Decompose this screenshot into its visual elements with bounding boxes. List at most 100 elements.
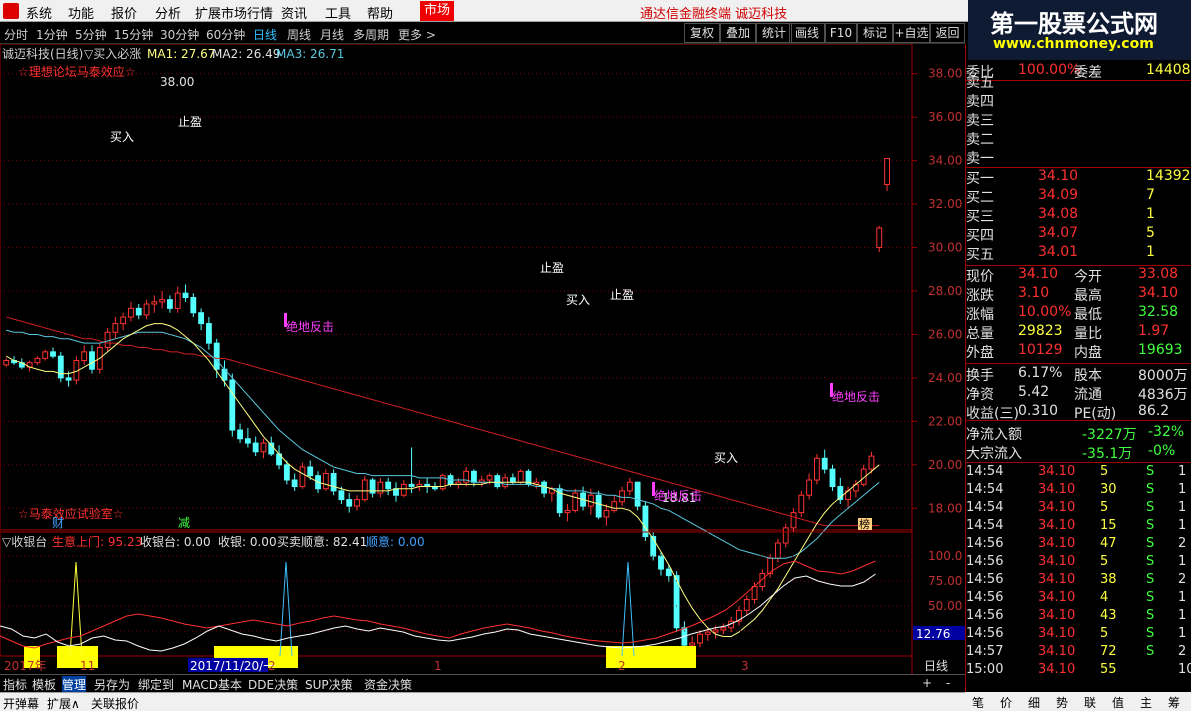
- statistics-button[interactable]: 统计: [756, 23, 792, 43]
- period-tab-1min[interactable]: 1分钟: [36, 26, 68, 43]
- tab-sup[interactable]: SUP决策: [305, 676, 353, 693]
- candle-body: [190, 297, 197, 314]
- period-tab-daily[interactable]: 日线: [253, 26, 277, 43]
- menu-quote[interactable]: 报价: [111, 3, 137, 22]
- period-tab-5min[interactable]: 5分钟: [75, 26, 107, 43]
- price-axis-label: 26.00: [928, 327, 962, 341]
- sub-spike: [69, 561, 83, 657]
- quote-tab[interactable]: 筹: [1168, 694, 1180, 711]
- linked-quote-button[interactable]: 关联报价: [91, 695, 139, 711]
- period-tab-30min[interactable]: 30分钟: [160, 26, 199, 43]
- period-tab-timeshare[interactable]: 分时: [4, 26, 28, 43]
- period-tab-15min[interactable]: 15分钟: [114, 26, 153, 43]
- tick-row-cell: 5: [1100, 464, 1109, 479]
- ranking-marker: 榜: [859, 517, 870, 531]
- zoom-out-button[interactable]: -: [946, 676, 950, 690]
- tick-row-cell: 14:54: [966, 482, 1004, 497]
- menu-tools[interactable]: 工具: [325, 3, 351, 22]
- quote-tab[interactable]: 主: [1140, 694, 1152, 711]
- tick-row-cell: 1: [1178, 608, 1187, 623]
- menu-info[interactable]: 资讯: [281, 3, 307, 22]
- tick-row-cell: 5: [1100, 554, 1109, 569]
- stat-row-cell: 换手: [966, 368, 994, 384]
- candle-body: [104, 331, 111, 348]
- candle-body: [330, 473, 337, 492]
- tick-row: 14:54 34.10 5 S 1: [966, 464, 1190, 482]
- menu-function[interactable]: 功能: [68, 3, 94, 22]
- tick-row-cell: 34.10: [1038, 482, 1076, 497]
- draw-line-button[interactable]: 画线: [789, 23, 825, 43]
- menu-help[interactable]: 帮助: [367, 3, 393, 22]
- buy-level-row: 买二 34.09 7: [966, 187, 1190, 206]
- f10-button[interactable]: F10: [825, 23, 857, 43]
- tab-dde[interactable]: DDE决策: [248, 676, 298, 693]
- candle-body: [821, 457, 828, 470]
- buy-level-row-cell: 买五: [966, 247, 994, 263]
- menu-analysis[interactable]: 分析: [155, 3, 181, 22]
- tick-row-cell: 1: [1178, 626, 1187, 641]
- tab-capital[interactable]: 资金决策: [364, 676, 412, 693]
- tab-bind[interactable]: 绑定到: [138, 676, 174, 693]
- flow-row-cell: -32%: [1148, 424, 1185, 440]
- market-button[interactable]: 市场: [420, 1, 454, 21]
- date-month-label: 11: [80, 659, 95, 673]
- stat-row-cell: 10.00%: [1018, 304, 1072, 320]
- quote-tab[interactable]: 价: [1000, 694, 1012, 711]
- chart-area[interactable]: 38.00 36.00 34.00 32.00 30.00 28.00 26.00 24.00…: [0, 44, 965, 674]
- back-button[interactable]: 返回: [930, 23, 965, 43]
- quote-tab[interactable]: 值: [1112, 694, 1124, 711]
- period-tab-weekly[interactable]: 周线: [287, 26, 311, 43]
- quote-tab[interactable]: 细: [1028, 694, 1040, 711]
- sub-indicator-name: ▽收银台: [2, 534, 47, 549]
- tab-manage[interactable]: 管理: [62, 676, 87, 693]
- tab-save-as[interactable]: 另存为: [94, 676, 130, 693]
- tick-row-cell: 14:56: [966, 608, 1004, 623]
- danmaku-toggle[interactable]: 开弹幕: [3, 695, 39, 711]
- price-axis-label: 28.00: [928, 284, 962, 298]
- candle-body: [81, 351, 88, 362]
- tick-row: 14:54 34.10 5 S 1: [966, 500, 1190, 518]
- tick-row-cell: 34.10: [1038, 464, 1076, 479]
- fuquan-button[interactable]: 复权: [684, 23, 720, 43]
- period-tab-multi[interactable]: 多周期: [353, 26, 389, 43]
- candle-body: [346, 499, 353, 507]
- expand-button[interactable]: 扩展∧: [47, 695, 80, 711]
- axis-period-label: 日线: [924, 659, 948, 673]
- stat-row-cell: 34.10: [1018, 266, 1059, 282]
- candle-body: [704, 631, 711, 635]
- period-tab-monthly[interactable]: 月线: [320, 26, 344, 43]
- stat-row-cell: 现价: [966, 269, 994, 285]
- quote-tab[interactable]: 联: [1084, 694, 1096, 711]
- zoom-in-button[interactable]: +: [922, 676, 932, 690]
- add-watchlist-button[interactable]: +自选: [893, 23, 930, 43]
- mark-button[interactable]: 标记: [857, 23, 893, 43]
- overlay-button[interactable]: 叠加: [720, 23, 756, 43]
- stat-row-cell: 29823: [1018, 323, 1063, 339]
- tab-macd[interactable]: MACD基本: [182, 676, 242, 693]
- forum-label-bottom: ☆马泰效应试验室☆: [18, 506, 124, 521]
- sub-value-2: 收银台: 0.00: [140, 534, 211, 549]
- period-tab-more[interactable]: 更多 >: [398, 26, 436, 43]
- sub-value-5: 顺意: 0.00: [366, 534, 425, 549]
- sell-level-row-cell: 卖五: [966, 75, 994, 91]
- signal-take-profit: 止盈: [540, 261, 564, 275]
- tab-template[interactable]: 模板: [32, 676, 56, 693]
- stat-row-cell: 32.58: [1138, 304, 1179, 320]
- menu-system[interactable]: 系统: [26, 3, 52, 22]
- tick-row-cell: S: [1146, 536, 1155, 551]
- sub-axis-label: 50.00: [928, 599, 962, 613]
- stat-row-cell: 今开: [1074, 269, 1102, 285]
- quote-tab[interactable]: 势: [1056, 694, 1068, 711]
- price-axis-label: 36.00: [928, 110, 962, 124]
- candle-body: [385, 481, 392, 490]
- menu-ext-market[interactable]: 扩展市场行情: [195, 3, 273, 22]
- quote-tab[interactable]: 笔: [972, 694, 984, 711]
- period-tab-60min[interactable]: 60分钟: [206, 26, 245, 43]
- tick-row: 14:56 34.10 5 S 1: [966, 554, 1190, 572]
- candle-body: [322, 473, 329, 490]
- buy-level-row: 买四 34.07 5: [966, 225, 1190, 244]
- stat-row: 现价 34.10 今开 33.08: [966, 266, 1190, 285]
- candle-body: [50, 351, 56, 357]
- tab-indicator[interactable]: 指标: [3, 676, 27, 693]
- candle-body: [587, 494, 594, 507]
